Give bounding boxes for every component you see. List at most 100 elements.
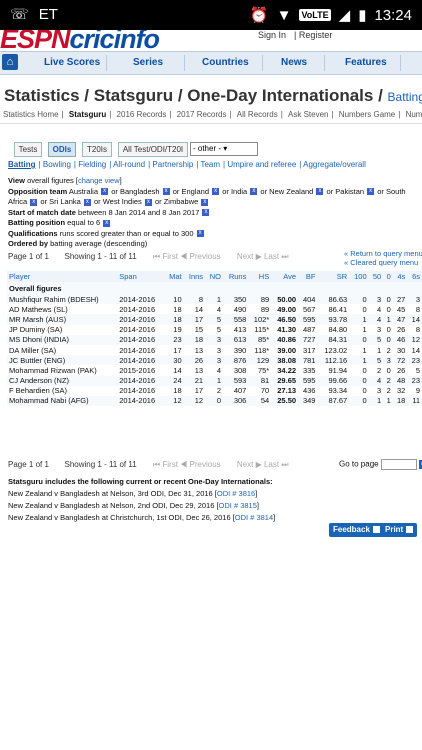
nav-features[interactable]: Features bbox=[345, 57, 387, 68]
column-header-ave[interactable]: Ave bbox=[271, 271, 299, 282]
remove-filter-icon[interactable]: x bbox=[202, 209, 210, 217]
view-umpire[interactable]: Umpire and referee bbox=[227, 160, 296, 169]
player-link[interactable]: CJ Anderson (NZ) bbox=[7, 375, 118, 386]
subnav-2017-records[interactable]: 2017 Records bbox=[177, 110, 227, 119]
subnav-all-records[interactable]: All Records bbox=[237, 110, 278, 119]
player-link[interactable]: Mohammad Rizwan (PAK) bbox=[7, 365, 117, 375]
tab-t20is[interactable]: T20Is bbox=[82, 142, 112, 157]
remove-filter-icon[interactable]: x bbox=[162, 188, 170, 196]
view-batting[interactable]: Batting bbox=[8, 160, 36, 169]
column-header-6s[interactable]: 6s bbox=[407, 271, 422, 282]
view-team[interactable]: Team bbox=[200, 160, 220, 169]
subnav-numbers-game[interactable]: Numbers Game bbox=[339, 110, 395, 119]
remove-filter-icon[interactable]: x bbox=[367, 188, 375, 196]
player-link[interactable]: F Behardien (SA) bbox=[7, 386, 117, 396]
remove-filter-icon[interactable]: x bbox=[250, 188, 258, 196]
nav-countries[interactable]: Countries bbox=[202, 57, 249, 68]
nav-live-scores[interactable]: Live Scores bbox=[44, 57, 100, 68]
column-header-100[interactable]: 100 bbox=[349, 271, 369, 282]
table-title: Overall figures bbox=[7, 282, 422, 294]
table-cell: 317 bbox=[302, 345, 316, 355]
batting-records-link[interactable]: Batting records bbox=[388, 90, 422, 104]
table-cell: 26 bbox=[396, 365, 406, 375]
table-cell: 23 bbox=[164, 334, 184, 345]
view-fielding[interactable]: Fielding bbox=[78, 160, 106, 169]
remove-filter-icon[interactable]: x bbox=[196, 230, 204, 238]
odi-link[interactable]: ODI # 3815 bbox=[219, 501, 257, 510]
column-header-no[interactable]: NO bbox=[205, 271, 223, 282]
table-cell: 93.78 bbox=[317, 314, 350, 325]
cleared-query-link[interactable]: « Cleared query menu bbox=[344, 258, 422, 267]
player-link[interactable]: JC Buttler (ENG) bbox=[7, 355, 118, 366]
signin-link[interactable]: Sign In bbox=[258, 30, 286, 40]
next-page-icon[interactable]: ▶ bbox=[256, 252, 262, 261]
subnav-ask-steven[interactable]: Ask Steven bbox=[288, 110, 328, 119]
column-header-sr[interactable]: SR bbox=[317, 271, 350, 282]
subnav-statsguru[interactable]: Statsguru bbox=[69, 110, 106, 119]
print-button[interactable]: Print bbox=[381, 523, 418, 537]
column-header-inns[interactable]: Inns bbox=[183, 271, 206, 282]
player-link[interactable]: JP Duminy (SA) bbox=[7, 325, 117, 335]
subnav-2016-records[interactable]: 2016 Records bbox=[117, 110, 167, 119]
column-header-runs[interactable]: Runs bbox=[223, 271, 249, 282]
column-header-0[interactable]: 0 bbox=[383, 271, 393, 282]
column-header-span[interactable]: Span bbox=[117, 271, 165, 282]
remove-filter-icon[interactable]: x bbox=[103, 219, 111, 227]
pager-top: Page 1 of 1 Showing 1 - 11 of 11 ⏮ First… bbox=[8, 252, 289, 261]
remove-filter-icon[interactable]: x bbox=[316, 188, 324, 196]
goto-page-input[interactable] bbox=[380, 459, 417, 470]
prev-page-icon[interactable]: ◀ bbox=[180, 460, 187, 469]
remove-filter-icon[interactable]: x bbox=[30, 198, 38, 206]
remove-filter-icon[interactable]: x bbox=[201, 198, 209, 206]
remove-filter-icon[interactable]: x bbox=[83, 198, 91, 206]
column-header-bf[interactable]: BF bbox=[298, 271, 318, 282]
first-page-icon[interactable]: ⏮ bbox=[153, 252, 160, 261]
home-icon[interactable]: ⌂ bbox=[2, 54, 18, 70]
subnav-numbers-do[interactable]: Numbers Do bbox=[406, 110, 422, 119]
column-header-hs[interactable]: HS bbox=[248, 271, 272, 282]
table-cell: 613 bbox=[223, 334, 249, 345]
player-link[interactable]: MS Dhoni (INDIA) bbox=[7, 334, 118, 345]
last-page-icon[interactable]: ⏭ bbox=[281, 460, 288, 469]
register-link[interactable]: Register bbox=[299, 30, 333, 40]
opposition-team: New Zealand bbox=[269, 186, 316, 196]
nav-news[interactable]: News bbox=[281, 57, 307, 68]
recent-match: New Zealand v Bangladesh at Christchurch… bbox=[8, 513, 276, 522]
tab-tests[interactable]: Tests bbox=[14, 142, 42, 157]
nav-series[interactable]: Series bbox=[133, 57, 163, 68]
odi-link[interactable]: ODI # 3814 bbox=[235, 513, 273, 522]
view-bowling[interactable]: Bowling bbox=[43, 160, 71, 169]
player-link[interactable]: AD Mathews (SL) bbox=[7, 304, 117, 314]
view-all-round[interactable]: All-round bbox=[113, 160, 145, 169]
column-header-mat[interactable]: Mat bbox=[164, 271, 184, 282]
next-page-icon[interactable]: ▶ bbox=[256, 460, 262, 469]
view-aggregate[interactable]: Aggregate/overall bbox=[303, 160, 366, 169]
tab-odis[interactable]: ODIs bbox=[48, 142, 76, 157]
player-link[interactable]: Mushfiqur Rahim (BDESH) bbox=[7, 294, 118, 305]
table-cell: 18 bbox=[183, 334, 206, 345]
view-partnership[interactable]: Partnership bbox=[152, 160, 193, 169]
remove-filter-icon[interactable]: x bbox=[144, 198, 152, 206]
tab-all-formats[interactable]: All Test/ODI/T20I bbox=[118, 142, 188, 157]
column-header-50[interactable]: 50 bbox=[368, 271, 384, 282]
table-cell: 34.22 bbox=[277, 365, 297, 375]
other-format-select[interactable]: - other - ▾ bbox=[190, 142, 258, 156]
first-page-icon[interactable]: ⏮ bbox=[153, 460, 160, 469]
column-header-4s[interactable]: 4s bbox=[392, 271, 408, 282]
odi-link[interactable]: ODI # 3816 bbox=[217, 489, 255, 498]
table-cell: 84.80 bbox=[328, 325, 348, 335]
feedback-button[interactable]: Feedback bbox=[329, 523, 384, 537]
return-query-link[interactable]: « Return to query menu bbox=[344, 249, 422, 258]
player-link[interactable]: MR Marsh (AUS) bbox=[7, 314, 118, 325]
table-cell: 350 bbox=[223, 294, 249, 305]
subnav-stats-home[interactable]: Statistics Home bbox=[3, 110, 59, 119]
remove-filter-icon[interactable]: x bbox=[212, 188, 220, 196]
change-view-link[interactable]: change view bbox=[78, 176, 120, 185]
player-link[interactable]: DA Miller (SA) bbox=[7, 345, 117, 355]
last-page-icon[interactable]: ⏭ bbox=[281, 252, 288, 261]
page-title: Statistics / Statsguru / One-Day Interna… bbox=[4, 86, 422, 106]
player-link[interactable]: Mohammad Nabi (AFG) bbox=[7, 395, 118, 407]
remove-filter-icon[interactable]: x bbox=[101, 188, 109, 196]
prev-page-icon[interactable]: ◀ bbox=[180, 252, 187, 261]
column-header-player[interactable]: Player bbox=[7, 271, 118, 282]
